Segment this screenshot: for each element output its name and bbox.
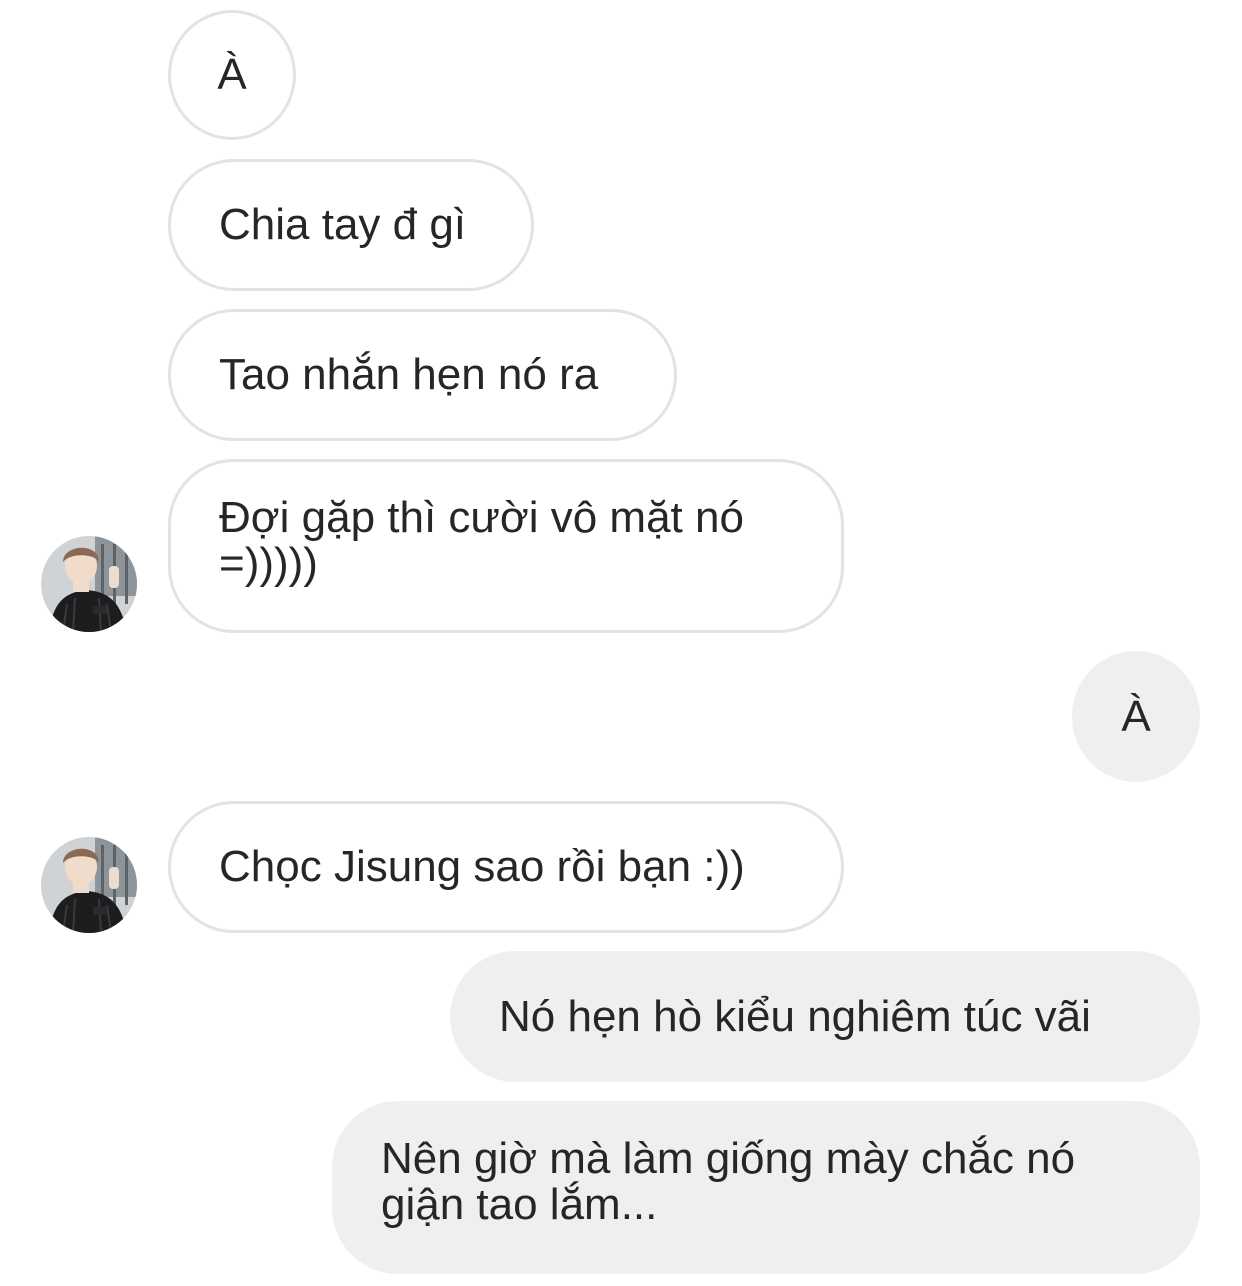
message-text-line: giận tao lắm... <box>381 1180 658 1229</box>
message-text: À <box>217 50 247 99</box>
message-text-line: =))))) <box>219 539 318 588</box>
message-text: À <box>1121 691 1151 741</box>
sender-avatar[interactable] <box>41 536 137 632</box>
outgoing-message-bubble[interactable]: À <box>1072 651 1200 782</box>
user-avatar-photo-icon <box>41 837 137 933</box>
message-text-line: Nên giờ mà làm giống mày chắc nó <box>381 1134 1076 1183</box>
outgoing-message-bubble[interactable]: Nên giờ mà làm giống mày chắc nó giận ta… <box>332 1101 1200 1274</box>
incoming-message-bubble[interactable]: Đợi gặp thì cười vô mặt nó =))))) <box>168 459 844 633</box>
incoming-message-bubble[interactable]: Tao nhắn hẹn nó ra <box>168 309 677 441</box>
message-text: Chia tay đ gì <box>219 200 467 249</box>
user-avatar-photo-icon <box>41 536 137 632</box>
message-text-line: Đợi gặp thì cười vô mặt nó <box>219 493 744 542</box>
message-text: Tao nhắn hẹn nó ra <box>219 350 599 399</box>
message-text: Nó hẹn hò kiểu nghiêm túc vãi <box>499 991 1091 1041</box>
incoming-message-bubble[interactable]: À <box>168 10 296 140</box>
message-text: Chọc Jisung sao rồi bạn :)) <box>219 842 745 891</box>
sender-avatar[interactable] <box>41 837 137 933</box>
outgoing-message-bubble[interactable]: Nó hẹn hò kiểu nghiêm túc vãi <box>450 951 1200 1082</box>
incoming-message-bubble[interactable]: Chia tay đ gì <box>168 159 534 291</box>
incoming-message-bubble[interactable]: Chọc Jisung sao rồi bạn :)) <box>168 801 844 933</box>
